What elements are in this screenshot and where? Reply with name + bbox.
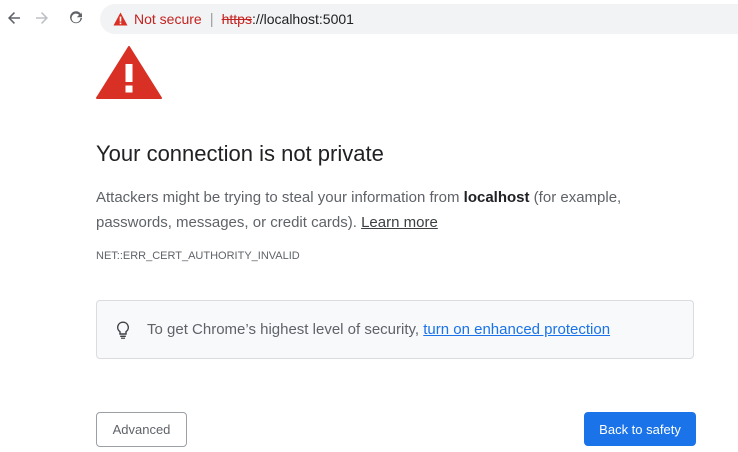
enhanced-protection-link[interactable]: turn on enhanced protection: [423, 321, 610, 338]
chip-separator: |: [209, 10, 214, 28]
error-code[interactable]: NET::ERR_CERT_AUTHORITY_INVALID: [96, 250, 300, 262]
explanation-text: Attackers might be trying to steal your …: [96, 185, 656, 235]
enhanced-protection-prefix: To get Chrome’s highest level of securit…: [147, 321, 424, 338]
forward-arrow-icon[interactable]: [30, 6, 54, 30]
reload-icon[interactable]: [64, 6, 88, 30]
lightbulb-icon: [115, 320, 131, 340]
address-bar[interactable]: Not secure | https ://localhost:5001: [100, 4, 738, 34]
warning-triangle-icon: [96, 46, 162, 99]
not-secure-label[interactable]: Not secure: [134, 11, 202, 27]
browser-toolbar: Not secure | https ://localhost:5001: [0, 0, 738, 38]
explanation-prefix: Attackers might be trying to steal your …: [96, 189, 464, 206]
back-arrow-icon[interactable]: [2, 6, 26, 30]
url-host: ://localhost:5001: [251, 11, 354, 27]
enhanced-protection-text: To get Chrome’s highest level of securit…: [147, 321, 610, 338]
learn-more-link[interactable]: Learn more: [361, 214, 438, 231]
back-to-safety-button[interactable]: Back to safety: [584, 412, 696, 446]
url-text[interactable]: https ://localhost:5001: [222, 11, 354, 27]
advanced-button[interactable]: Advanced: [96, 412, 187, 447]
enhanced-protection-banner: To get Chrome’s highest level of securit…: [96, 300, 694, 359]
host-name: localhost: [463, 189, 530, 206]
page-title: Your connection is not private: [96, 141, 384, 166]
url-scheme: https: [221, 11, 252, 27]
warning-triangle-icon[interactable]: [112, 11, 128, 27]
